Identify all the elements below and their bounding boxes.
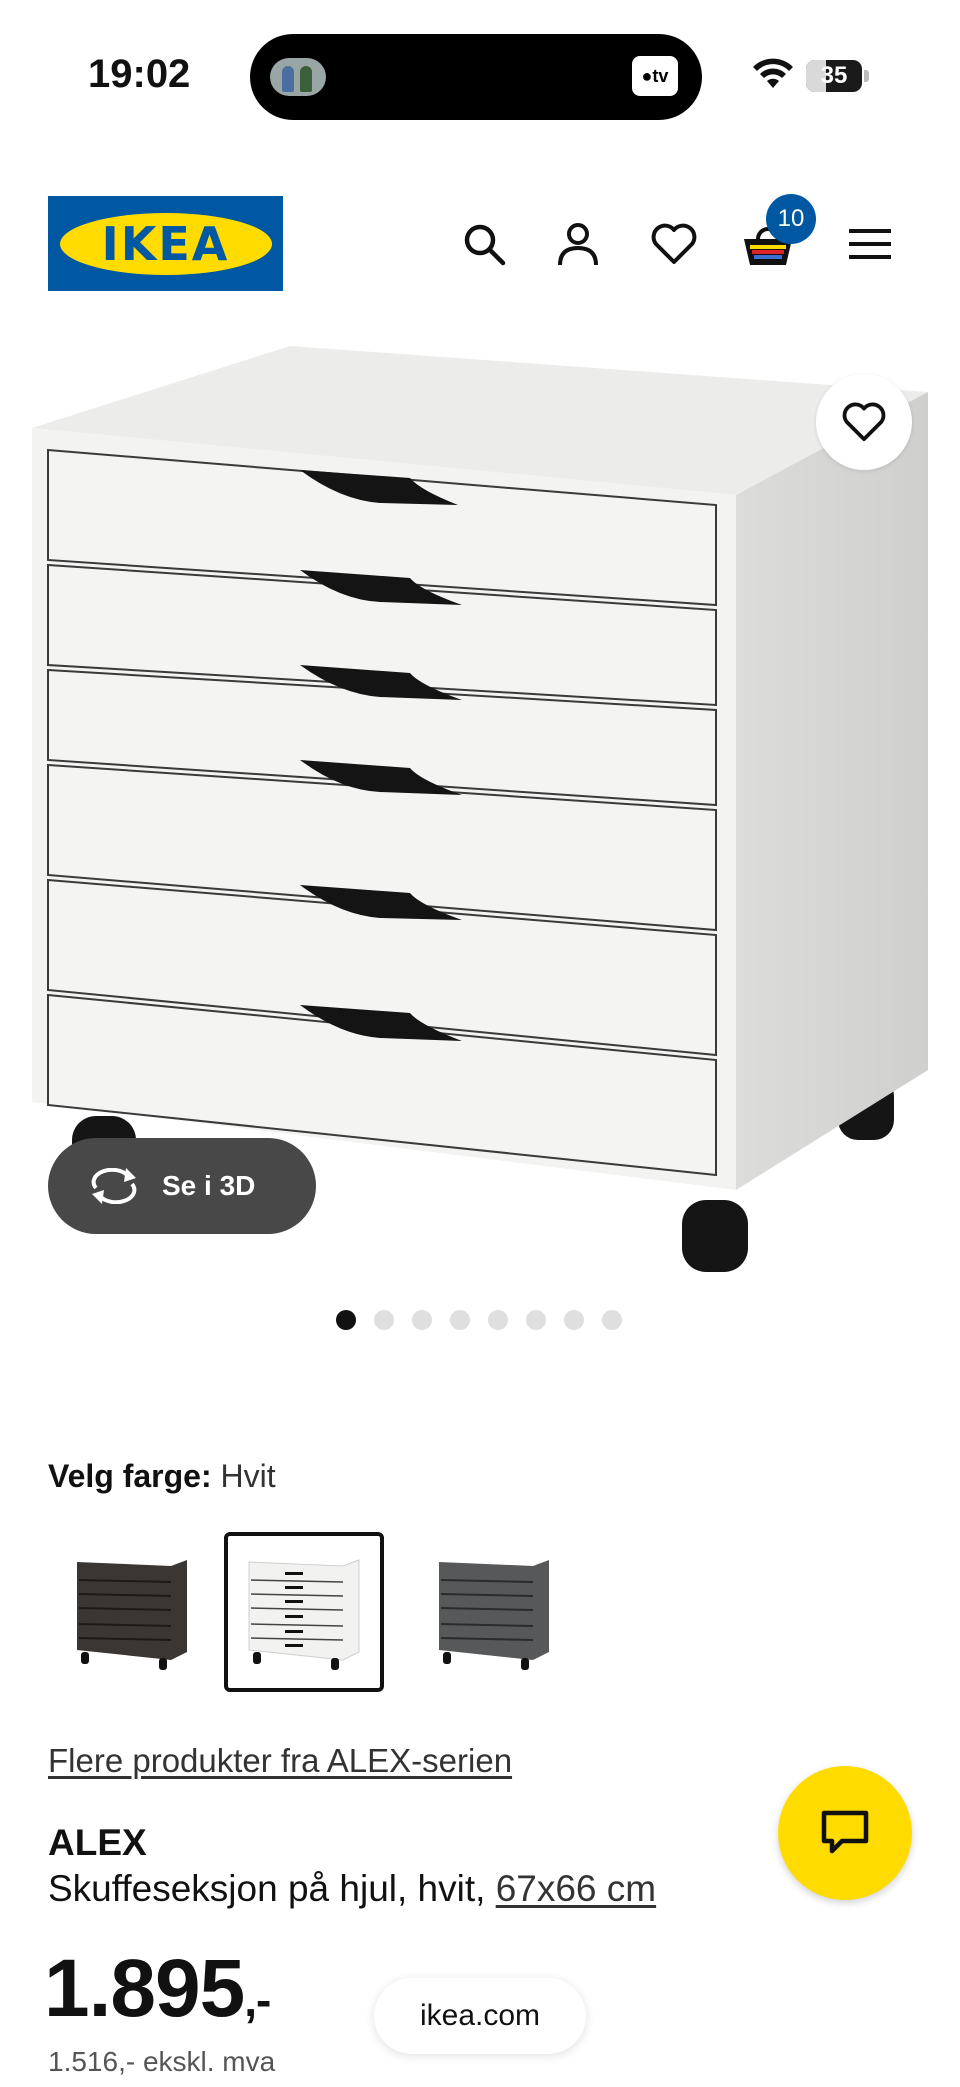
search-icon[interactable] <box>454 214 514 274</box>
product-size-link[interactable]: 67x66 cm <box>496 1868 656 1909</box>
price-ex-vat: 1.516,- ekskl. mva <box>48 2046 276 2077</box>
pagination-dot[interactable] <box>336 1310 356 1330</box>
pagination-dot[interactable] <box>450 1310 470 1330</box>
pagination-dot[interactable] <box>602 1310 622 1330</box>
pagination-dot[interactable] <box>564 1310 584 1330</box>
product-description: Skuffeseksjon på hjul, hvit, 67x66 cm <box>48 1868 656 1910</box>
series-link[interactable]: Flere produkter fra ALEX-serien <box>48 1742 512 1780</box>
chat-button[interactable] <box>778 1766 912 1900</box>
price-value: 1.895 <box>44 1943 245 2034</box>
gallery-pagination <box>336 1310 622 1330</box>
price-suffix: ,- <box>244 1974 271 2026</box>
cart-count-badge: 10 <box>766 194 816 244</box>
view-in-3d-button[interactable]: Se i 3D <box>48 1138 316 1234</box>
wifi-icon <box>752 58 794 95</box>
color-swatch-black-brown[interactable] <box>52 1532 212 1692</box>
heart-icon <box>842 402 886 442</box>
color-swatch-grey[interactable] <box>414 1532 574 1692</box>
pagination-dot[interactable] <box>488 1310 508 1330</box>
now-playing-thumbnail <box>270 58 326 96</box>
color-swatch-white[interactable] <box>224 1532 384 1692</box>
view-in-3d-label: Se i 3D <box>162 1170 256 1201</box>
product-description-text: Skuffeseksjon på hjul, hvit, <box>48 1868 496 1909</box>
tv-label: ●tv <box>641 65 669 86</box>
product-image[interactable] <box>0 320 960 1280</box>
pagination-dot[interactable] <box>412 1310 432 1330</box>
add-to-favourites-button[interactable] <box>816 374 912 470</box>
ikea-logo[interactable]: IKEA <box>48 196 283 291</box>
color-select-value: Hvit <box>220 1458 276 1494</box>
battery-percent: 35 <box>820 62 848 89</box>
pagination-dot[interactable] <box>374 1310 394 1330</box>
logo-text: IKEA <box>101 216 230 271</box>
battery-nub <box>864 70 869 82</box>
product-name: ALEX <box>48 1822 147 1863</box>
profile-icon[interactable] <box>548 214 608 274</box>
color-select-label: Velg farge: Hvit <box>48 1458 276 1495</box>
status-time: 19:02 <box>88 52 191 96</box>
battery-icon: 35 <box>806 60 862 92</box>
chat-icon <box>821 1810 869 1854</box>
favourites-icon[interactable] <box>644 214 704 274</box>
color-select-heading: Velg farge: <box>48 1458 212 1494</box>
browser-address-bar[interactable]: ikea.com <box>374 1978 586 2054</box>
product-price: 1.895,- <box>44 1942 271 2036</box>
rotate-3d-icon <box>91 1168 137 1204</box>
pagination-dot[interactable] <box>526 1310 546 1330</box>
apple-tv-icon: ●tv <box>632 56 678 96</box>
menu-icon[interactable] <box>840 214 900 274</box>
